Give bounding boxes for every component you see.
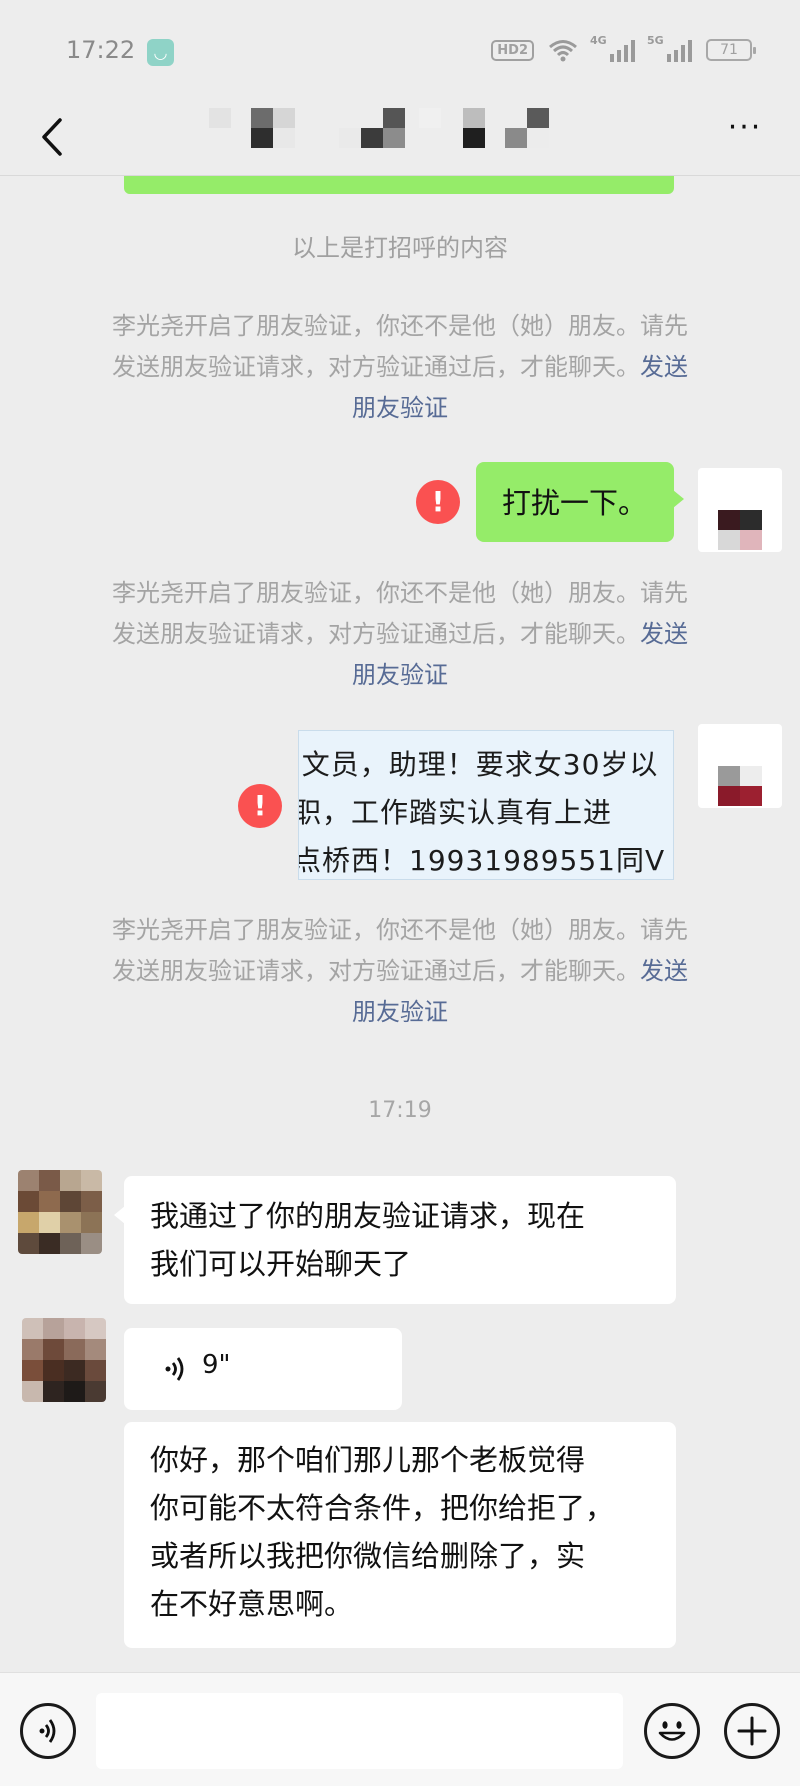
image-text-line: i文员，助理！要求女30岁以: [298, 748, 659, 781]
chat-title-pixelated: [205, 106, 575, 150]
system-notice: 李光尧开启了朋友验证，你还不是他（她）朋友。请先 发送朋友验证请求，对方验证通过…: [112, 312, 688, 422]
wifi-icon: [549, 40, 577, 62]
received-message-text: 我们可以开始聊天了: [150, 1247, 412, 1281]
signal-5g-icon: 5G: [647, 34, 692, 62]
send-verification-link[interactable]: 朋友验证: [352, 998, 448, 1026]
voice-wave-icon: [165, 1357, 184, 1381]
my-avatar[interactable]: [698, 724, 782, 808]
voice-input-icon[interactable]: [20, 1703, 76, 1759]
emoji-icon[interactable]: [644, 1703, 700, 1759]
more-dots-icon[interactable]: ···: [720, 113, 770, 150]
status-bar: 17:22 ◡ HD2 4G 5G 71: [0, 0, 800, 100]
app-notification-icon: ◡: [147, 39, 174, 66]
send-failed-icon[interactable]: !: [238, 784, 282, 828]
system-notice: 李光尧开启了朋友验证，你还不是他（她）朋友。请先 发送朋友验证请求，对方验证通过…: [112, 579, 688, 689]
voice-message-bubble[interactable]: 9": [124, 1328, 402, 1410]
send-verification-link[interactable]: 发送: [640, 957, 688, 985]
sent-message-text: 打扰一下。: [502, 486, 648, 520]
signal-4g-icon: 4G: [590, 34, 635, 62]
contact-avatar[interactable]: [18, 1170, 102, 1254]
previous-sent-bubble-edge: [124, 176, 674, 194]
received-message-text: 或者所以我把你微信给删除了，实: [150, 1539, 586, 1573]
status-time: 17:22: [66, 36, 136, 64]
system-notice: 李光尧开启了朋友验证，你还不是他（她）朋友。请先 发送朋友验证请求，对方验证通过…: [112, 916, 688, 1026]
greeting-note: 以上是打招呼的内容: [292, 234, 508, 262]
message-timestamp: 17:19: [368, 1098, 432, 1123]
message-input-field[interactable]: [96, 1693, 623, 1769]
received-message-text: 在不好意思啊。: [150, 1587, 354, 1621]
image-text-line: 点桥西！19931989551同V: [298, 844, 666, 877]
plus-icon[interactable]: [724, 1703, 780, 1759]
received-message-text: 你好，那个咱们那儿那个老板觉得: [150, 1443, 586, 1477]
battery-icon: 71: [706, 39, 756, 61]
received-message-text: 我通过了你的朋友验证请求，现在: [150, 1199, 586, 1233]
voice-duration: 9": [202, 1350, 231, 1380]
image-text-line: 职，工作踏实认真有上进: [298, 796, 613, 829]
received-message-bubble[interactable]: 你好，那个咱们那儿那个老板觉得 你可能不太符合条件，把你给拒了， 或者所以我把你…: [124, 1422, 676, 1648]
send-failed-icon[interactable]: !: [416, 480, 460, 524]
send-verification-link[interactable]: 发送: [640, 353, 688, 381]
contact-avatar[interactable]: [22, 1318, 106, 1402]
status-icons: HD2 4G 5G 71: [491, 34, 756, 62]
sent-message-bubble[interactable]: 打扰一下。: [476, 462, 684, 542]
message-input-bar: [0, 1672, 800, 1786]
my-avatar[interactable]: [698, 468, 782, 552]
hd-voice-icon: HD2: [491, 39, 534, 61]
received-message-bubble[interactable]: 我通过了你的朋友验证请求，现在 我们可以开始聊天了: [114, 1176, 676, 1304]
send-verification-link[interactable]: 朋友验证: [352, 661, 448, 689]
received-message-text: 你可能不太符合条件，把你给拒了，: [150, 1491, 615, 1525]
chat-header: ···: [0, 100, 800, 176]
sent-image-message[interactable]: i文员，助理！要求女30岁以 职，工作踏实认真有上进 点桥西！199319895…: [298, 730, 674, 880]
send-verification-link[interactable]: 朋友验证: [352, 394, 448, 422]
send-verification-link[interactable]: 发送: [640, 620, 688, 648]
chevron-left-icon[interactable]: [30, 112, 80, 162]
